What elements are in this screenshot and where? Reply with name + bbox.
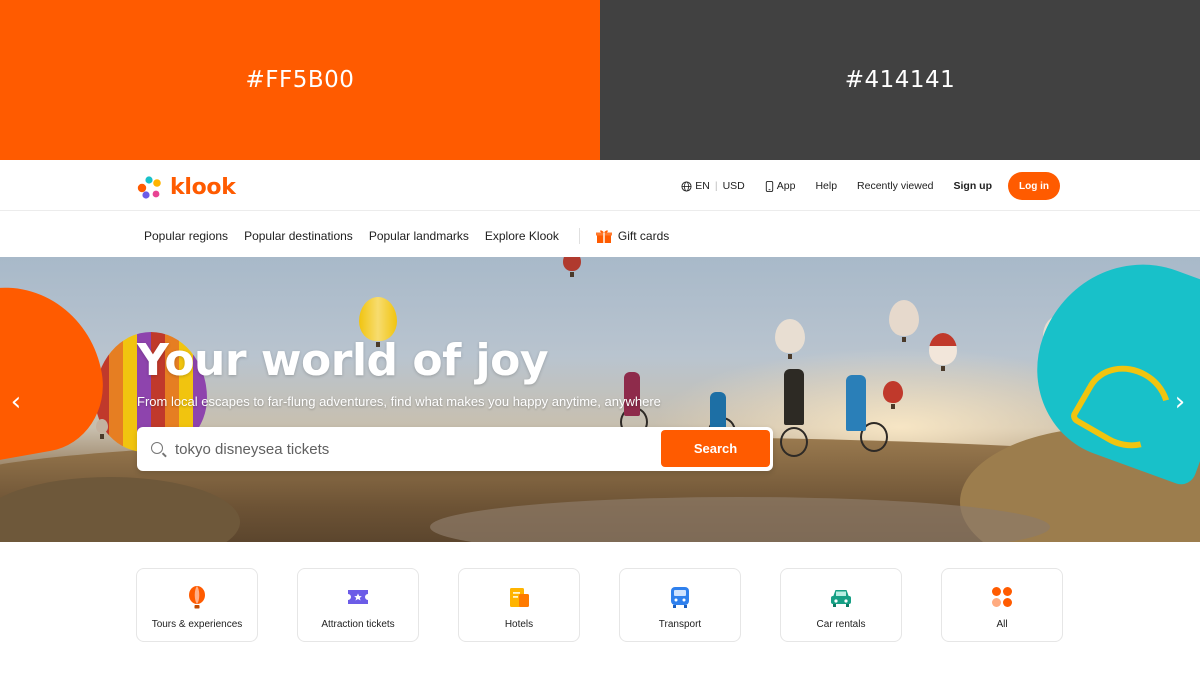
category-label: Attraction tickets (321, 619, 395, 630)
category-hotels[interactable]: Hotels (458, 568, 580, 642)
category-cards: Tours & experiences Attraction tickets H… (136, 568, 1063, 642)
nav-popular-regions[interactable]: Popular regions (144, 229, 228, 243)
hero-title: Your world of joy (137, 335, 549, 386)
hot-air-balloon-icon (189, 586, 205, 609)
rider-3 (784, 369, 804, 425)
top-navigation: EN | USD App Help Recently viewed Sign u… (681, 172, 1060, 200)
bike-3 (780, 427, 808, 457)
balloon-white-2 (889, 300, 919, 342)
hero-banner: Your world of joy From local escapes to … (0, 257, 1200, 542)
phone-icon (765, 180, 773, 192)
log-in-button[interactable]: Log in (1008, 172, 1060, 200)
lang-currency-divider: | (714, 180, 718, 192)
app-label: App (776, 180, 796, 192)
decorative-orange-shape (0, 272, 114, 468)
category-transport[interactable]: Transport (619, 568, 741, 642)
balloon-white-1 (775, 319, 805, 359)
category-all[interactable]: All (941, 568, 1063, 642)
rider-4 (846, 375, 866, 431)
category-label: All (996, 619, 1008, 630)
globe-icon (681, 180, 692, 192)
balloon-top-red (563, 257, 581, 277)
nav-gift-cards[interactable]: Gift cards (595, 229, 670, 244)
swatch-dark-label: #414141 (844, 67, 956, 93)
bus-icon (671, 587, 689, 608)
swatch-orange: #FF5B00 (0, 0, 600, 160)
recently-viewed-link[interactable]: Recently viewed (857, 180, 933, 192)
category-label: Hotels (504, 619, 534, 630)
sign-up-link[interactable]: Sign up (954, 180, 993, 192)
nav-explore-klook[interactable]: Explore Klook (485, 229, 559, 243)
category-label: Car rentals (816, 619, 866, 630)
balloon-red-white (929, 333, 957, 371)
category-label: Tours & experiences (151, 619, 243, 630)
klook-logo-icon (137, 176, 161, 199)
category-attraction-tickets[interactable]: Attraction tickets (297, 568, 419, 642)
help-link[interactable]: Help (815, 180, 837, 192)
site-header: klook EN | USD App Help Recently viewed … (0, 160, 1200, 211)
gift-icon (595, 229, 612, 243)
klook-wordmark: klook (170, 174, 236, 200)
carousel-prev-arrow-icon[interactable]: ‹ (6, 387, 26, 417)
category-label: Transport (658, 619, 702, 630)
carousel-next-arrow-icon[interactable]: › (1170, 387, 1190, 417)
swatch-dark: #414141 (600, 0, 1200, 160)
hero-subtitle: From local escapes to far-flung adventur… (137, 394, 661, 409)
language-label: EN (695, 180, 710, 192)
category-car-rentals[interactable]: Car rentals (780, 568, 902, 642)
nav-popular-landmarks[interactable]: Popular landmarks (369, 229, 469, 243)
search-icon (151, 442, 163, 454)
balloon-tiny (96, 419, 108, 439)
color-swatch-band: #FF5B00 #414141 (0, 0, 1200, 160)
grid-icon (992, 587, 1012, 607)
klook-logo[interactable]: klook (136, 174, 236, 200)
search-button[interactable]: Search (661, 430, 770, 467)
nav-popular-destinations[interactable]: Popular destinations (244, 229, 353, 243)
nav-divider (578, 228, 580, 244)
app-link[interactable]: App (765, 180, 796, 192)
language-currency-selector[interactable]: EN | USD (681, 180, 745, 192)
search-bar: Search (137, 427, 773, 471)
search-input[interactable] (175, 427, 655, 471)
secondary-navigation: Popular regions Popular destinations Pop… (0, 212, 1200, 257)
balloon-small-red (883, 381, 903, 409)
ticket-icon (348, 590, 368, 604)
gift-cards-label: Gift cards (617, 229, 670, 243)
hotel-icon (510, 588, 529, 607)
car-icon (831, 590, 851, 607)
category-tours-experiences[interactable]: Tours & experiences (136, 568, 258, 642)
currency-label: USD (722, 180, 745, 192)
swatch-orange-label: #FF5B00 (245, 67, 355, 93)
